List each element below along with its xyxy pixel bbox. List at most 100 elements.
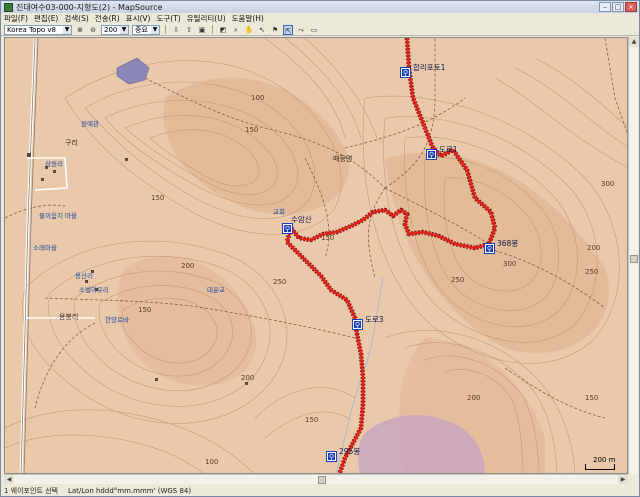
- hand-tool-icon[interactable]: ✋: [244, 25, 254, 35]
- waypoint-marker-4[interactable]: ⚲: [283, 224, 292, 233]
- route-tool-icon[interactable]: ⇱: [283, 24, 293, 35]
- contour-label: 300: [503, 260, 517, 268]
- poi-label: 대운교: [207, 286, 225, 294]
- maximize-button[interactable]: □: [612, 2, 624, 12]
- waypoint-label[interactable]: 368봉: [497, 238, 518, 249]
- waypoint-label[interactable]: 수암산: [291, 214, 312, 225]
- menu-file[interactable]: 파일(F): [4, 13, 28, 24]
- mapsource-window: 진대여수03-000-지형도(2) - MapSource – □ × 파일(F…: [0, 0, 640, 497]
- hiker-icon: ⚲: [284, 225, 291, 233]
- scale-bar: [585, 464, 615, 470]
- toolbar-divider: [212, 25, 213, 34]
- window-title: 진대여수03-000-지형도(2) - MapSource: [16, 2, 163, 12]
- zoom-tool-icon[interactable]: ⌕: [231, 25, 241, 35]
- send-to-device-icon[interactable]: ⇧: [184, 25, 194, 35]
- menu-transfer[interactable]: 전송(R): [95, 13, 120, 24]
- map-tool-icon[interactable]: ◩: [218, 25, 228, 35]
- waypoint-label[interactable]: 도로1: [439, 144, 458, 155]
- zoom-scale-select[interactable]: 200 m ▼: [101, 24, 129, 35]
- contour-label: 200: [241, 374, 255, 382]
- hiker-icon: ⚲: [402, 69, 409, 77]
- contour-label: 150: [321, 234, 335, 242]
- waypoint-tool-icon[interactable]: ⚑: [270, 25, 280, 35]
- map-product-value: Korea Topo v8: [7, 25, 56, 34]
- zoom-in-icon[interactable]: ⊕: [75, 25, 85, 35]
- contour-label: 150: [151, 194, 165, 202]
- contour-label: 300: [601, 180, 615, 188]
- app-icon: [4, 2, 13, 12]
- status-bar: 1 웨이포인트 선택 Lat/Lon hddd°mm.mmm' (WGS 84): [1, 485, 639, 497]
- position-format: Lat/Lon hddd°mm.mmm' (WGS 84): [67, 487, 192, 495]
- hiker-icon: ⚲: [486, 245, 493, 253]
- place-label: 매등면: [333, 155, 353, 163]
- hiker-icon: ⚲: [428, 151, 435, 159]
- contour-label: 150: [138, 306, 152, 314]
- menu-utilities[interactable]: 유틸리티(U): [187, 13, 226, 24]
- waypoint-marker-6[interactable]: ⚲: [327, 452, 336, 461]
- poi-label: 물끼움지 마을: [39, 212, 77, 220]
- waypoint-marker-3[interactable]: ⚲: [485, 244, 494, 253]
- scroll-right-icon[interactable]: ▶: [618, 475, 628, 484]
- vertical-scrollbar[interactable]: ▲: [628, 37, 639, 474]
- chevron-down-icon: ▼: [63, 25, 71, 34]
- contour-label: 250: [585, 268, 599, 276]
- poi-label: 소벌이유리: [79, 286, 109, 294]
- contour-label: 100: [205, 458, 219, 466]
- poi-label: 소래마을: [33, 244, 57, 252]
- menu-view[interactable]: 표시(V): [126, 13, 151, 24]
- waypoint-label[interactable]: 295봉: [339, 446, 360, 457]
- detail-select[interactable]: 중요 ▼: [132, 24, 160, 35]
- poi-label: 삼원리: [45, 160, 63, 168]
- place-label: 구리: [65, 139, 78, 147]
- contour-label: 150: [245, 126, 259, 134]
- waypoint-label[interactable]: 합리포토1: [413, 62, 445, 73]
- contour-label: 150: [305, 416, 319, 424]
- reservoir: [116, 57, 150, 85]
- contour-label: 250: [273, 278, 287, 286]
- poi-label: 원예관: [81, 120, 99, 128]
- waypoint-marker-5[interactable]: ⚲: [353, 320, 362, 329]
- poi-label: 용산리: [75, 272, 93, 280]
- waypoint-label[interactable]: 도로3: [365, 314, 384, 325]
- chevron-down-icon: ▼: [151, 25, 159, 34]
- selection-status: 1 웨이포인트 선택: [4, 487, 58, 495]
- title-bar: 진대여수03-000-지형도(2) - MapSource – □ ×: [1, 1, 639, 13]
- contour-label: 200: [587, 244, 601, 252]
- contour-label: 150: [585, 394, 599, 402]
- minimize-button[interactable]: –: [599, 2, 611, 12]
- poi-label: 교회: [273, 208, 285, 216]
- contour-label: 100: [251, 94, 265, 102]
- horizontal-scroll-thumb[interactable]: [318, 476, 326, 484]
- ridge-shading: [117, 256, 257, 386]
- device-icon[interactable]: ▣: [197, 25, 207, 35]
- hiker-icon: ⚲: [328, 453, 335, 461]
- menu-find[interactable]: 검색(S): [64, 13, 88, 24]
- vertical-scroll-thumb[interactable]: [630, 255, 638, 263]
- menu-bar: 파일(F) 편집(E) 검색(S) 전송(R) 표시(V) 도구(T) 유틸리티…: [1, 13, 639, 24]
- contour-label: 200: [467, 394, 481, 402]
- scale-label: 200 m: [593, 456, 616, 464]
- toolbar-divider: [165, 25, 166, 34]
- scroll-left-icon[interactable]: ◀: [4, 475, 14, 484]
- hiker-icon: ⚲: [354, 321, 361, 329]
- receive-from-device-icon[interactable]: ⇩: [171, 25, 181, 35]
- map-canvas[interactable]: 100 150 150 200 150 200 250 300 250 250 …: [4, 37, 628, 474]
- scroll-up-icon[interactable]: ▲: [629, 37, 639, 47]
- track-tool-icon[interactable]: ⤳: [296, 25, 306, 35]
- horizontal-scrollbar[interactable]: ◀ ▶: [4, 474, 628, 484]
- measure-tool-icon[interactable]: ▭: [309, 25, 319, 35]
- menu-tools[interactable]: 도구(T): [156, 13, 180, 24]
- map-product-select[interactable]: Korea Topo v8 ▼: [4, 24, 72, 35]
- selection-tool-icon[interactable]: ↖: [257, 25, 267, 35]
- toolbar: Korea Topo v8 ▼ ⊕ ⊖ 200 m ▼ 중요 ▼ ⇩ ⇧ ▣ ◩…: [1, 24, 639, 36]
- place-label: 용봉리: [59, 313, 79, 321]
- menu-edit[interactable]: 편집(E): [34, 13, 58, 24]
- close-button[interactable]: ×: [625, 2, 637, 12]
- waypoint-marker-1[interactable]: ⚲: [401, 68, 410, 77]
- ridge-shading: [385, 152, 609, 354]
- topographic-map: [5, 38, 627, 473]
- contour-label: 250: [451, 276, 465, 284]
- menu-help[interactable]: 도움말(H): [232, 13, 264, 24]
- waypoint-marker-2[interactable]: ⚲: [427, 150, 436, 159]
- zoom-out-icon[interactable]: ⊖: [88, 25, 98, 35]
